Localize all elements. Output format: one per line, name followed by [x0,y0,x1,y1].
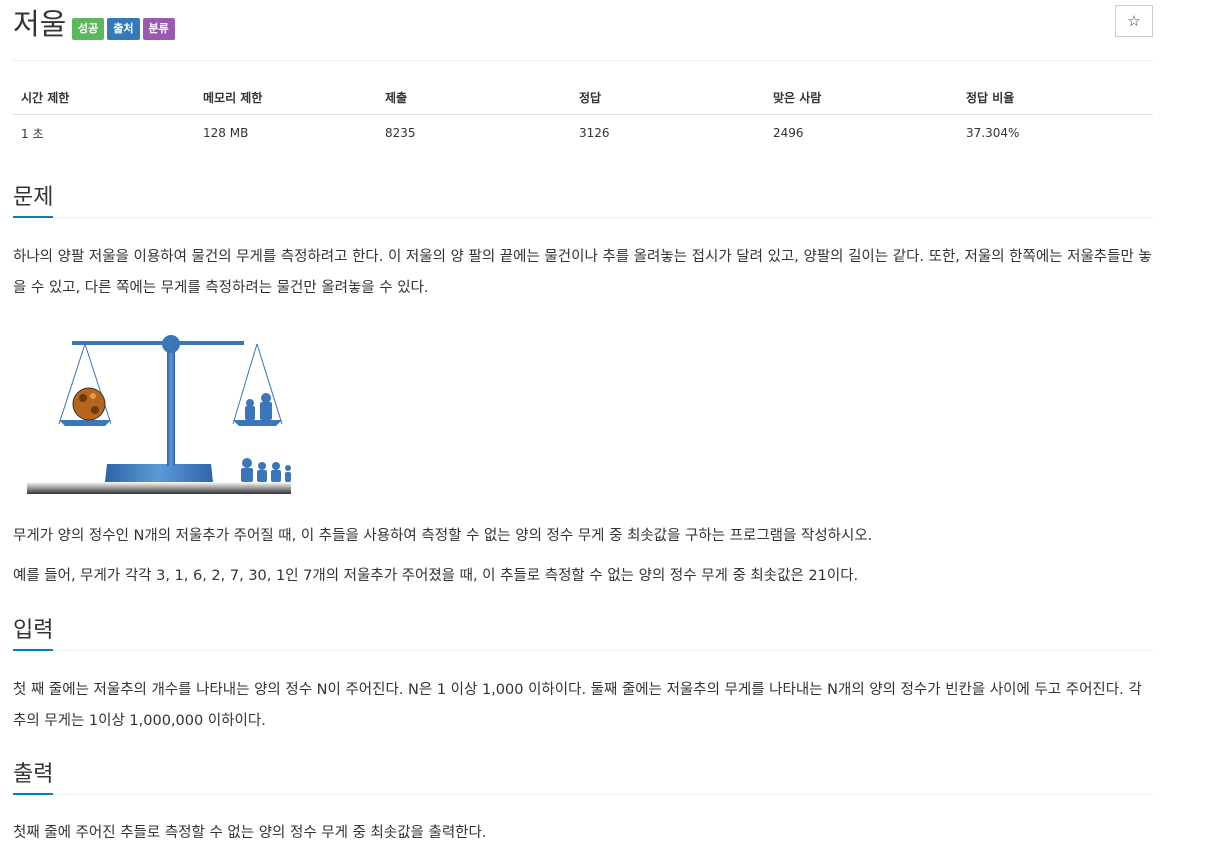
label-source[interactable]: 출처 [107,18,140,40]
soccer-ball [72,387,106,421]
memory-limit-value: 128 MB [203,126,249,140]
output-heading-bar: 출력 [13,758,1153,795]
table-header-row: 시간 제한 메모리 제한 제출 정답 맞은 사람 정답 비율 [13,80,1153,115]
problem-labels: 성공 출처 분류 [72,18,175,40]
description-heading-bar: 문제 [13,181,1153,218]
header-time-limit: 시간 제한 [13,80,195,115]
solved-users-value: 2496 [773,126,804,140]
right-pan [233,420,282,426]
spare-weights [241,458,291,482]
problem-info-table: 시간 제한 메모리 제한 제출 정답 맞은 사람 정답 비율 1 초 128 M… [13,80,1153,151]
header-accepted: 정답 [571,80,765,115]
balance-scale-image [27,335,291,494]
star-icon: ☆ [1127,13,1141,30]
soccer-ball-patch [91,406,99,414]
scale-beam [72,341,244,345]
problem-page: 저울 성공 출처 분류 ☆ 시간 제한 메모리 제한 제출 정답 맞은 사람 정… [13,0,1153,841]
left-pan [59,420,111,426]
description-task-text: 무게가 양의 정수인 N개의 저울추가 주어질 때, 이 추들을 사용하여 측정… [13,528,873,544]
soccer-ball-patch [90,393,96,399]
accept-ratio-value: 37.304% [966,126,1020,140]
input-text: 첫 째 줄에는 저울추의 개수를 나타내는 양의 정수 N이 주어진다. N은 … [13,682,1142,729]
submissions-value: 8235 [385,126,416,140]
output-heading: 출력 [13,761,54,795]
input-heading-bar: 입력 [13,614,1153,651]
problem-header: 저울 성공 출처 분류 ☆ [13,0,1153,61]
header-memory-limit: 메모리 제한 [195,80,377,115]
header-submissions: 제출 [377,80,571,115]
accepted-value: 3126 [579,126,610,140]
scale-base [105,464,213,482]
header-solved-users: 맞은 사람 [765,80,958,115]
favorite-star-button[interactable]: ☆ [1115,5,1153,37]
header-accept-ratio: 정답 비율 [958,80,1153,115]
scale-pole [167,344,175,466]
time-limit-value: 1 초 [21,126,44,141]
problem-title: 저울 [13,7,67,41]
label-category[interactable]: 분류 [142,18,175,40]
description-text: 하나의 양팔 저울을 이용하여 물건의 무게를 측정하려고 한다. 이 저울의 … [13,249,1152,296]
label-success[interactable]: 성공 [72,18,105,40]
description-example-text: 예를 들어, 무게가 각각 3, 1, 6, 2, 7, 30, 1인 7개의 … [13,568,859,584]
description-heading: 문제 [13,184,54,218]
ground-shadow [27,482,291,494]
soccer-ball-patch [79,394,87,402]
weights-on-pan [245,393,272,420]
scale-pivot [162,335,180,353]
input-heading: 입력 [13,617,54,651]
table-row: 1 초 128 MB 8235 3126 2496 37.304% [13,115,1153,152]
output-text: 첫째 줄에 주어진 추들로 측정할 수 없는 양의 정수 무게 중 최솟값을 출… [13,825,487,841]
